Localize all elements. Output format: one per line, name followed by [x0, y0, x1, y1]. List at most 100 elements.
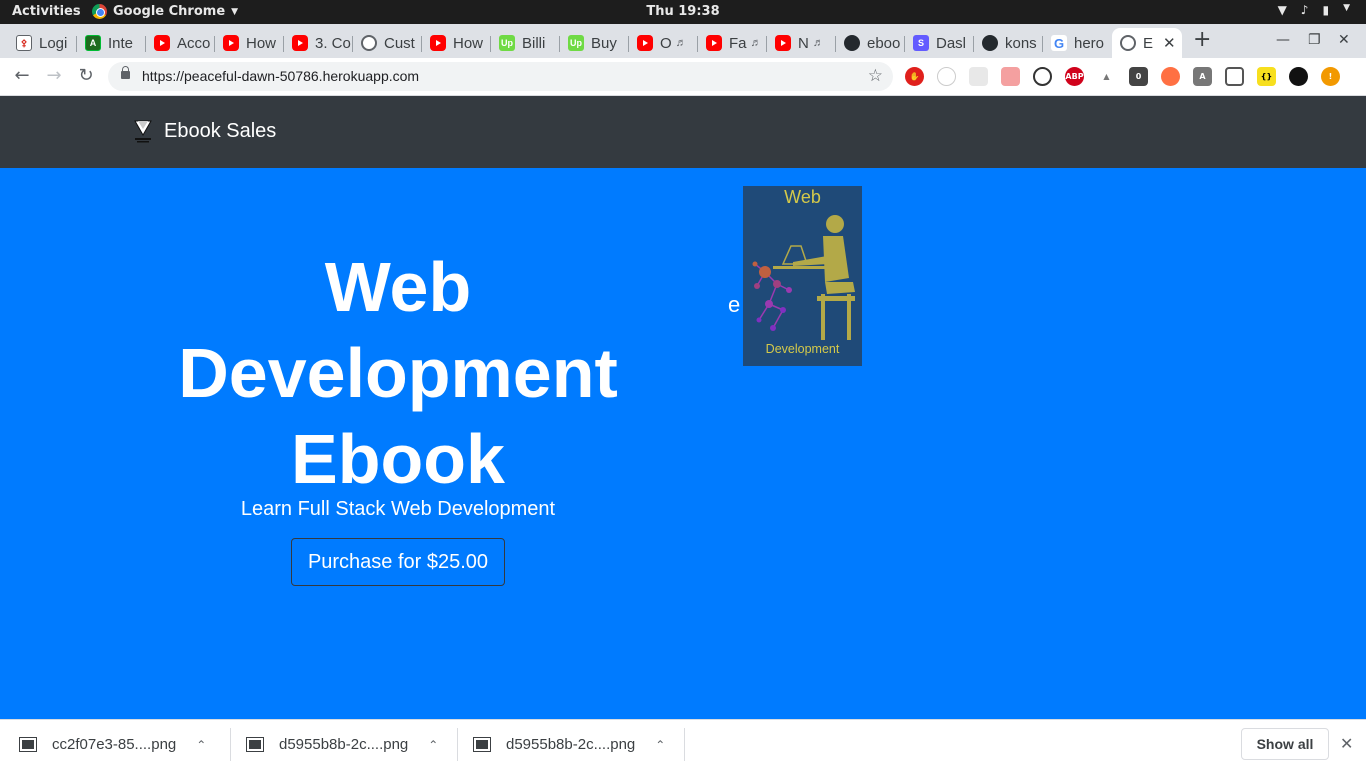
minimize-icon[interactable]: —	[1276, 32, 1290, 48]
youtube-icon	[637, 35, 653, 51]
tab[interactable]: How	[422, 28, 491, 58]
speaker-icon[interactable]: ♬	[751, 37, 762, 49]
restore-icon[interactable]: ❐	[1308, 32, 1321, 48]
tab-label: O	[660, 34, 672, 52]
clock[interactable]: Thu 19:38	[0, 4, 1366, 19]
download-item[interactable]: d5955b8b-2c....png ⌃	[473, 720, 665, 768]
profile-avatar[interactable]	[1289, 67, 1308, 86]
download-shelf: cc2f07e3-85....png ⌃ d5955b8b-2c....png …	[0, 719, 1366, 768]
tab[interactable]: ⚴ Logi	[8, 28, 77, 58]
tab-label: Dasl	[936, 34, 967, 52]
extension-icon[interactable]	[1001, 67, 1020, 86]
tab[interactable]: Up Billi	[491, 28, 560, 58]
tab[interactable]: Acco	[146, 28, 215, 58]
tab-label: 3. Co	[315, 34, 351, 52]
globe-icon	[361, 35, 377, 51]
download-filename: cc2f07e3-85....png	[52, 736, 177, 753]
forward-icon[interactable]: →	[42, 64, 66, 88]
tab-label: How	[453, 34, 484, 52]
image-file-icon	[246, 737, 264, 752]
tab[interactable]: Fa ♬	[698, 28, 767, 58]
github-icon	[982, 35, 998, 51]
tab[interactable]: 3. Co	[284, 28, 353, 58]
json-icon[interactable]: {}	[1257, 67, 1276, 86]
github-icon	[844, 35, 860, 51]
show-all-downloads-button[interactable]: Show all	[1241, 728, 1329, 760]
extensions-area: ✋ ABP ▲ 0 A {} !	[905, 67, 1340, 86]
chevron-up-icon[interactable]: ⌃	[196, 738, 206, 752]
stop-extension-icon[interactable]: ✋	[905, 67, 924, 86]
web-page: Ebook Sales Web Development Ebook Learn …	[0, 96, 1366, 719]
tab[interactable]: kons	[974, 28, 1043, 58]
cover-illustration	[743, 186, 862, 366]
chevron-down-icon: ▼	[1343, 3, 1350, 13]
angular-icon[interactable]: A	[1193, 67, 1212, 86]
tab-label: Cust	[384, 34, 415, 52]
youtube-icon	[430, 35, 446, 51]
youtube-icon	[154, 35, 170, 51]
download-item[interactable]: cc2f07e3-85....png ⌃	[19, 720, 206, 768]
new-tab-button[interactable]: +	[1193, 29, 1211, 51]
image-file-icon	[473, 737, 491, 752]
hero-subtitle: Learn Full Stack Web Development	[240, 498, 556, 520]
update-alert-icon[interactable]: !	[1321, 67, 1340, 86]
tab[interactable]: Cust	[353, 28, 422, 58]
tab-label: How	[246, 34, 277, 52]
globe-icon	[1120, 35, 1136, 51]
lock-icon[interactable]	[121, 66, 130, 79]
download-item[interactable]: d5955b8b-2c....png ⌃	[246, 720, 438, 768]
tab-label: Inte	[108, 34, 134, 52]
pocket-icon[interactable]	[1225, 67, 1244, 86]
youtube-icon	[223, 35, 239, 51]
extension-icon[interactable]: 0	[1129, 67, 1148, 86]
extension-icon[interactable]	[937, 67, 956, 86]
stripe-icon: S	[913, 35, 929, 51]
download-filename: d5955b8b-2c....png	[506, 736, 636, 753]
tab-active[interactable]: E ✕	[1112, 28, 1182, 58]
cover-alt-text-left: e	[728, 292, 741, 317]
cover-title-top: Web	[784, 187, 821, 207]
tab-label: hero	[1074, 34, 1105, 52]
close-tab-icon[interactable]: ✕	[1163, 34, 1176, 52]
site-navbar: Ebook Sales	[0, 96, 1366, 168]
tab[interactable]: A Inte	[77, 28, 146, 58]
youtube-icon	[775, 35, 791, 51]
volume-icon: ♪	[1300, 3, 1309, 17]
browser-toolbar: ← → ↻ https://peaceful-dawn-50786.heroku…	[0, 58, 1366, 96]
tab[interactable]: How	[215, 28, 284, 58]
brand-link[interactable]: Ebook Sales	[132, 118, 276, 144]
tab[interactable]: S Dasl	[905, 28, 974, 58]
key-icon: ⚴	[16, 35, 32, 51]
extension-icon[interactable]	[969, 67, 988, 86]
chevron-up-icon[interactable]: ⌃	[655, 738, 665, 752]
purchase-button[interactable]: Purchase for $25.00	[291, 538, 505, 586]
extension-icon[interactable]	[1033, 67, 1052, 86]
diamond-logo-icon	[134, 120, 152, 143]
close-window-icon[interactable]: ✕	[1338, 32, 1350, 48]
bookmark-star-icon[interactable]: ☆	[868, 66, 883, 86]
extension-icon[interactable]: ▲	[1097, 67, 1116, 86]
close-shelf-icon[interactable]: ✕	[1340, 734, 1353, 753]
hero-title-line: Development	[178, 334, 618, 412]
tab[interactable]: Up Buy	[560, 28, 629, 58]
system-tray[interactable]: ▼ ♪ ▮ ▼	[1278, 3, 1350, 17]
speaker-icon[interactable]: ♬	[813, 37, 824, 49]
tab[interactable]: N ♬	[767, 28, 836, 58]
adblock-icon[interactable]: ABP	[1065, 67, 1084, 86]
tab[interactable]: Ghero	[1043, 28, 1112, 58]
youtube-icon	[706, 35, 722, 51]
address-bar[interactable]: https://peaceful-dawn-50786.herokuapp.co…	[108, 62, 893, 91]
extension-icon[interactable]	[1161, 67, 1180, 86]
url-text[interactable]: https://peaceful-dawn-50786.herokuapp.co…	[142, 68, 419, 84]
back-icon[interactable]: ←	[10, 64, 34, 88]
tab-label: E	[1143, 34, 1154, 52]
tab-label: Fa	[729, 34, 747, 52]
tab[interactable]: O ♬	[629, 28, 698, 58]
tab-label: eboo	[867, 34, 901, 52]
tab[interactable]: eboo	[836, 28, 905, 58]
chevron-up-icon[interactable]: ⌃	[428, 738, 438, 752]
tab-label: Buy	[591, 34, 617, 52]
upwork-icon: Up	[568, 35, 584, 51]
speaker-icon[interactable]: ♬	[676, 37, 687, 49]
reload-icon[interactable]: ↻	[74, 64, 98, 88]
